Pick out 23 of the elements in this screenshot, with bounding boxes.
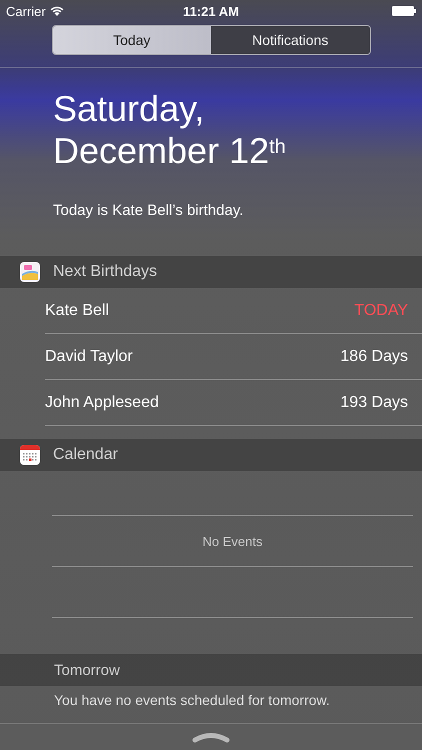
days-until: TODAY (354, 302, 408, 320)
clock-time: 11:21 AM (183, 4, 239, 18)
widget-header[interactable]: Calendar (0, 439, 422, 471)
tomorrow-note: You have no events scheduled for tomorrow. (53, 691, 331, 710)
date-title: Saturday, (53, 88, 206, 130)
days-until: 186 Days (340, 348, 408, 366)
grabber-handle-icon[interactable] (192, 731, 230, 743)
tomorrow-header: Tomorrow (0, 654, 422, 686)
app-icon (20, 262, 40, 282)
days-until: 193 Days (340, 394, 408, 412)
date-title: December 12$^{th}$ (53, 130, 287, 172)
contact-name: Kate Bell (45, 302, 110, 320)
carrier-name: Carrier (6, 4, 46, 18)
no-events-message: No Events (202, 532, 264, 550)
widget-header[interactable]: Next Birthdays (0, 256, 422, 288)
battery-icon (392, 6, 416, 16)
contact-name: John Appleseed (45, 394, 159, 412)
calendar-icon (20, 445, 40, 465)
segment-tab[interactable]: Notifications (211, 26, 370, 54)
wifi-icon (50, 6, 64, 16)
segment-tab[interactable]: Today (52, 26, 211, 54)
birthday-summary: Today is Kate Bell’s birthday. (52, 201, 244, 221)
contact-name: David Taylor (45, 348, 133, 366)
